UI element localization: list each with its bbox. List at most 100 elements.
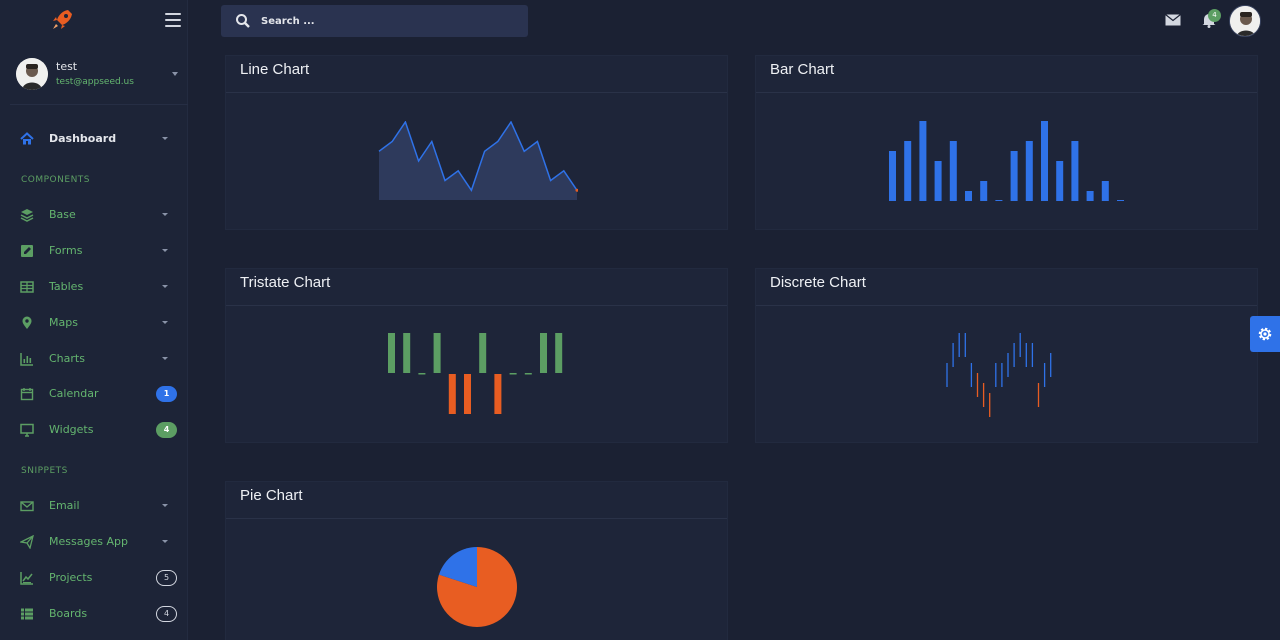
tristate-bar-2 [403,333,411,373]
count-badge: 4 [156,606,177,622]
bar-13 [1071,141,1079,201]
section-title-snippets: SNIPPETS [21,466,68,476]
sidebar-item-boards[interactable]: Boards 4 [0,604,188,624]
bar-3 [919,121,927,201]
sidebar-item-widgets[interactable]: Widgets 4 [0,420,188,440]
user-name: test [56,60,78,73]
tristate-chart-card: Tristate Chart [225,268,728,443]
user-profile[interactable]: test test@appseed.us [16,58,180,90]
divider [226,305,727,306]
sidebar-item-label: Boards [49,607,88,620]
pie-chart [437,547,518,627]
calendar-icon [20,388,34,401]
sidebar-item-label: Calendar [49,387,99,400]
line-chart [378,121,578,200]
count-badge: 5 [156,570,177,586]
divider [756,92,1257,93]
bar-chart-card: Bar Chart [755,55,1258,230]
sidebar-item-label: Dashboard [49,132,117,145]
sidebar-item-base[interactable]: Base [0,205,188,225]
bar-2 [904,141,912,201]
chevron-down-icon [162,137,168,140]
bar-7 [980,181,988,201]
line-chart-card: Line Chart [225,55,728,230]
sidebar-item-label: Email [49,499,80,512]
layers-icon [20,209,34,222]
chevron-down-icon [162,357,168,360]
sidebar-item-label: Widgets [49,423,94,436]
bar-12 [1056,161,1064,201]
home-icon [20,132,34,145]
bar-5 [949,141,957,201]
card-title: Discrete Chart [770,274,866,291]
edit-icon [21,245,33,257]
tristate-bar-8 [494,374,502,414]
bar-15 [1101,181,1109,201]
gear-icon [1258,327,1272,341]
chevron-down-icon [162,285,168,288]
tristate-bar-6 [464,374,471,414]
divider [10,104,188,105]
sidebar-item-charts[interactable]: Charts [0,349,188,369]
sidebar-item-email[interactable]: Email [0,496,188,516]
menu-toggle-icon[interactable] [165,13,181,27]
mail-icon [20,501,34,512]
tristate-bar-9 [509,373,517,375]
tristate-bar-1 [388,333,395,373]
search-bar [221,5,528,37]
sidebar-item-messages-app[interactable]: Messages App [0,532,188,552]
sidebar-item-projects[interactable]: Projects 5 [0,568,188,588]
card-title: Line Chart [240,61,310,78]
discrete-chart [946,333,1052,417]
sidebar-item-forms[interactable]: Forms [0,241,188,261]
notification-badge: 4 [156,422,177,438]
settings-toggle[interactable] [1250,316,1280,352]
mail-icon[interactable] [1165,14,1181,26]
divider [226,518,727,519]
tristate-chart [388,333,563,414]
tristate-bar-12 [555,333,563,373]
sidebar-item-label: Projects [49,571,93,584]
bar-chart-icon [20,353,33,366]
rocket-logo-icon[interactable] [50,8,74,32]
sidebar-item-label: Tables [49,280,84,293]
chevron-down-icon [162,504,168,507]
user-avatar[interactable] [1229,5,1261,37]
bar-8 [995,200,1003,201]
section-title-components: COMPONENTS [21,175,91,185]
sidebar-item-maps[interactable]: Maps [0,313,188,333]
divider [226,92,727,93]
notification-badge: 1 [156,386,177,402]
chevron-down-icon[interactable] [172,72,178,76]
card-title: Pie Chart [240,487,303,504]
bar-10 [1025,141,1033,201]
card-title: Bar Chart [770,61,835,78]
chevron-down-icon [162,321,168,324]
map-pin-icon [22,316,32,329]
monitor-icon [20,423,34,437]
sidebar-item-label: Charts [49,352,85,365]
sidebar-item-label: Forms [49,244,83,257]
sidebar-item-calendar[interactable]: Calendar 1 [0,384,188,404]
bar-1 [889,151,896,201]
tristate-bar-3 [418,373,426,375]
search-input[interactable] [261,11,511,31]
chevron-down-icon [162,213,168,216]
tristate-bar-10 [524,373,532,375]
pie-chart-card: Pie Chart [225,481,728,640]
user-email: test@appseed.us [56,77,134,87]
send-icon [20,535,34,549]
sidebar-item-tables[interactable]: Tables [0,277,188,297]
table-icon [20,281,34,293]
tristate-bar-7 [479,333,487,373]
divider [756,305,1257,306]
search-icon[interactable] [235,13,251,29]
tristate-bar-5 [448,374,456,414]
discrete-chart-card: Discrete Chart [755,268,1258,443]
bar-4 [934,161,942,201]
bar-16 [1117,200,1124,201]
sidebar-item-dashboard[interactable]: Dashboard [0,129,188,149]
sidebar-header [0,0,187,40]
sidebar: test test@appseed.us Dashboard COMPONENT… [0,0,188,640]
bar-chart [889,121,1124,201]
